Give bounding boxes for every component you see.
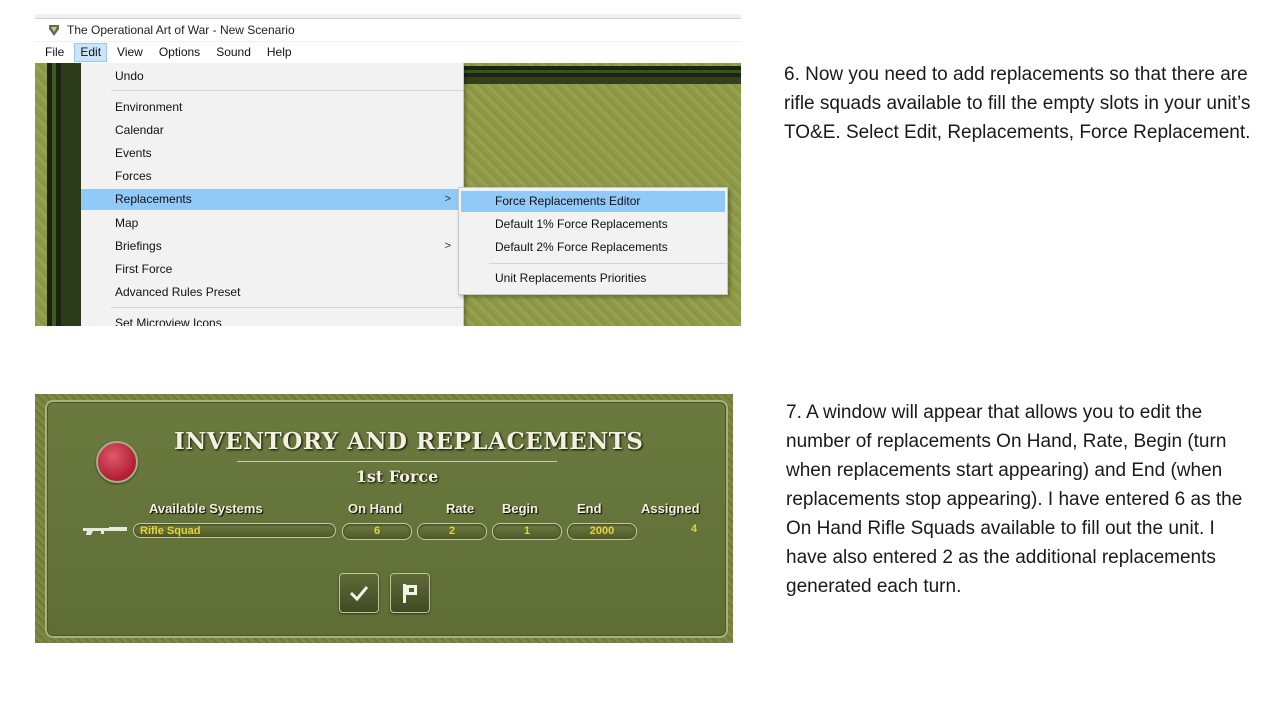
submenu-item-default-2pct[interactable]: Default 2% Force Replacements	[461, 237, 725, 258]
begin-input[interactable]: 1	[492, 523, 562, 540]
menu-item-first-force[interactable]: First Force	[81, 259, 463, 280]
col-header-end: End	[577, 501, 602, 516]
menu-file[interactable]: File	[39, 43, 70, 62]
map-frame-top	[455, 66, 741, 84]
col-header-available-systems: Available Systems	[149, 501, 263, 516]
col-header-on-hand: On Hand	[348, 501, 403, 516]
col-header-begin: Begin	[502, 501, 539, 516]
menu-separator	[111, 90, 463, 91]
menu-item-environment[interactable]: Environment	[81, 97, 463, 118]
rifle-icon	[83, 524, 129, 536]
col-header-assigned: Assigned	[641, 501, 700, 516]
window-title: The Operational Art of War - New Scenari…	[67, 23, 295, 37]
flag-icon	[403, 584, 417, 603]
chevron-right-icon: >	[444, 193, 451, 205]
menu-item-map[interactable]: Map	[81, 213, 463, 234]
ok-check-button[interactable]	[339, 573, 379, 613]
assigned-value: 4	[691, 523, 698, 535]
menu-item-forces[interactable]: Forces	[81, 166, 463, 187]
replacements-submenu: Force Replacements Editor Default 1% For…	[458, 187, 728, 295]
menu-item-events[interactable]: Events	[81, 143, 463, 164]
inventory-title: INVENTORY AND REPLACEMENTS	[174, 428, 644, 455]
chevron-right-icon: >	[444, 240, 451, 252]
on-hand-input[interactable]: 6	[342, 523, 412, 540]
submenu-item-force-replacements-editor[interactable]: Force Replacements Editor	[461, 191, 725, 212]
menu-options[interactable]: Options	[153, 43, 206, 62]
map-frame-left	[47, 63, 81, 326]
menu-item-set-microview-icons[interactable]: Set Microview Icons	[81, 313, 463, 326]
col-header-rate: Rate	[446, 501, 475, 516]
end-input[interactable]: 2000	[567, 523, 637, 540]
inventory-panel: INVENTORY AND REPLACEMENTS 1st Force Ava…	[45, 400, 728, 638]
menu-item-briefings[interactable]: Briefings >	[81, 236, 463, 257]
menu-item-advanced-rules-preset[interactable]: Advanced Rules Preset	[81, 282, 463, 303]
window-titlebar: The Operational Art of War - New Scenari…	[35, 18, 741, 41]
checkmark-icon	[349, 586, 369, 602]
menu-separator	[489, 263, 727, 264]
menu-item-replacements[interactable]: Replacements >	[81, 189, 463, 210]
submenu-item-default-1pct[interactable]: Default 1% Force Replacements	[461, 214, 725, 235]
app-icon	[47, 23, 61, 37]
title-divider	[237, 461, 557, 462]
menu-screenshot: The Operational Art of War - New Scenari…	[35, 14, 741, 326]
menubar: File Edit View Options Sound Help	[35, 42, 741, 63]
menu-item-undo[interactable]: Undo	[81, 66, 463, 87]
menu-separator	[111, 307, 463, 308]
submenu-item-unit-replacements-priorities[interactable]: Unit Replacements Priorities	[461, 268, 725, 289]
instruction-step-7: 7. A window will appear that allows you …	[786, 402, 1243, 597]
force-name: 1st Force	[355, 467, 439, 486]
menu-help[interactable]: Help	[261, 43, 298, 62]
menu-item-calendar[interactable]: Calendar	[81, 120, 463, 141]
menu-edit[interactable]: Edit	[74, 43, 108, 62]
flag-button[interactable]	[390, 573, 430, 613]
instruction-step-6: 6. Now you need to add replacements so t…	[784, 64, 1251, 143]
close-red-button[interactable]	[96, 441, 138, 483]
menu-sound[interactable]: Sound	[210, 43, 257, 62]
edit-menu-dropdown: Undo Environment Calendar Events Forces …	[81, 63, 464, 326]
menu-view[interactable]: View	[111, 43, 149, 62]
system-name-field[interactable]: Rifle Squad	[133, 523, 336, 538]
inventory-screenshot: INVENTORY AND REPLACEMENTS 1st Force Ava…	[35, 394, 733, 643]
rate-input[interactable]: 2	[417, 523, 487, 540]
